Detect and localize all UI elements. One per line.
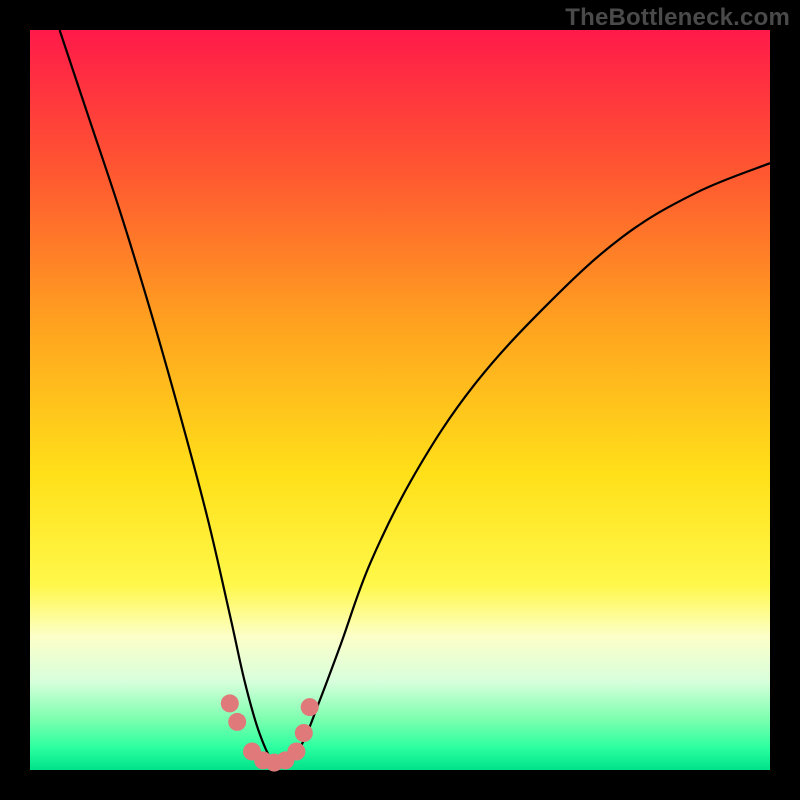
- marker-point: [287, 743, 305, 761]
- marker-point: [301, 698, 319, 716]
- watermark-text: TheBottleneck.com: [565, 4, 790, 32]
- plot-area: [30, 30, 770, 770]
- curve-layer: [30, 30, 770, 770]
- marker-point: [228, 713, 246, 731]
- marker-point: [295, 724, 313, 742]
- marker-point: [221, 694, 239, 712]
- chart-frame: TheBottleneck.com: [0, 0, 800, 800]
- marker-group: [221, 694, 319, 771]
- bottleneck-curve: [60, 30, 770, 766]
